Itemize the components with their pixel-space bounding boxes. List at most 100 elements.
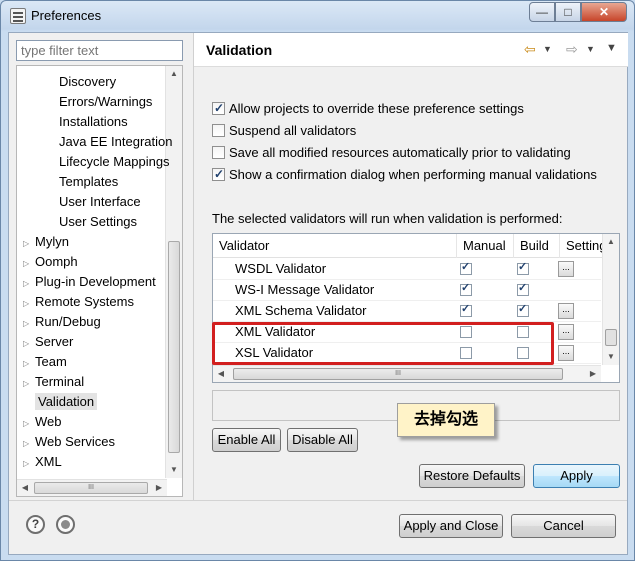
tree-item[interactable]: ▷ Team (23, 352, 67, 372)
expand-arrow-icon[interactable]: ▷ (23, 274, 35, 294)
table-row[interactable]: WS-I Message Validator (213, 280, 601, 301)
preference-option[interactable]: Show a confirmation dialog when performi… (212, 165, 597, 184)
expand-arrow-icon[interactable]: ▷ (23, 434, 35, 454)
tree-item[interactable]: Installations (59, 112, 128, 132)
scroll-left-arrow-icon[interactable]: ◀ (17, 480, 33, 496)
tree-vertical-scrollbar[interactable]: ▲ ▼ (165, 66, 182, 478)
preference-tree: ▲ ▼ ◀ III ▶ Discovery Errors/Warnings Inst… (16, 65, 183, 497)
column-manual[interactable]: Manual (457, 234, 514, 258)
cancel-button[interactable]: Cancel (511, 514, 616, 538)
expand-arrow-icon[interactable]: ▷ (23, 334, 35, 354)
build-checkbox[interactable] (517, 302, 529, 317)
help-icon[interactable]: ? (26, 515, 45, 534)
option-checkbox[interactable] (212, 99, 225, 117)
preference-option[interactable]: Suspend all validators (212, 122, 356, 140)
tree-item[interactable]: ▷ Web (23, 412, 62, 432)
expand-arrow-icon[interactable]: ▷ (23, 454, 35, 474)
validator-settings-button[interactable]: ... (558, 345, 574, 361)
preference-option[interactable]: Allow projects to override these prefere… (212, 99, 524, 118)
forward-arrow-icon[interactable]: ⇨ (566, 41, 578, 58)
close-button[interactable]: ✕ (581, 2, 627, 22)
dropdown-chevron-icon[interactable]: ▼ (586, 44, 595, 54)
option-checkbox[interactable] (212, 165, 225, 183)
expand-arrow-icon[interactable]: ▷ (23, 294, 35, 314)
enable-all-button[interactable]: Enable All (212, 428, 281, 452)
tree-hscroll-thumb[interactable]: III (34, 482, 148, 494)
panel-divider[interactable] (193, 33, 194, 500)
tree-item[interactable]: ▷ Mylyn (23, 232, 69, 252)
disable-all-button[interactable]: Disable All (287, 428, 358, 452)
expand-arrow-icon[interactable]: ▷ (23, 314, 35, 334)
scroll-right-arrow-icon[interactable]: ▶ (585, 366, 601, 382)
option-checkbox[interactable] (212, 146, 225, 159)
table-hscroll-thumb[interactable]: III (233, 368, 563, 380)
apply-and-close-button[interactable]: Apply and Close (399, 514, 503, 538)
column-build[interactable]: Build (514, 234, 560, 258)
table-scroll-thumb[interactable] (605, 329, 617, 346)
scroll-down-arrow-icon[interactable]: ▼ (166, 462, 182, 478)
maximize-button[interactable]: □ (555, 2, 581, 22)
tree-item-label: Lifecycle Mappings (59, 154, 170, 169)
tree-item[interactable]: User Settings (59, 212, 137, 232)
column-validator[interactable]: Validator (213, 234, 457, 258)
tree-item[interactable]: Errors/Warnings (59, 92, 152, 112)
tree-item[interactable]: Discovery (59, 72, 116, 92)
back-arrow-icon[interactable]: ⇦ (524, 41, 536, 58)
scroll-right-arrow-icon[interactable]: ▶ (151, 480, 167, 496)
tree-scroll-thumb[interactable] (168, 241, 180, 453)
tree-horizontal-scrollbar[interactable]: ◀ III ▶ (17, 479, 167, 496)
expand-arrow-icon[interactable]: ▷ (23, 254, 35, 274)
annotation-highlight-box (212, 322, 554, 365)
table-row[interactable]: XML Schema Validator... (213, 301, 601, 322)
scroll-up-arrow-icon[interactable]: ▲ (166, 66, 182, 82)
manual-checkbox[interactable] (460, 260, 472, 275)
footer-separator (9, 500, 627, 501)
tree-item[interactable]: User Interface (59, 192, 141, 212)
view-menu-icon[interactable]: ▼ (606, 42, 617, 54)
tree-item[interactable]: Lifecycle Mappings (59, 152, 170, 172)
table-horizontal-scrollbar[interactable]: ◀ III ▶ (213, 365, 601, 382)
preference-tree-panel: ▲ ▼ ◀ III ▶ Discovery Errors/Warnings Inst… (12, 37, 192, 500)
tree-item[interactable]: ▷ Server (23, 332, 73, 352)
validator-settings-button[interactable]: ... (558, 261, 574, 277)
expand-arrow-icon[interactable]: ▷ (23, 374, 35, 394)
tree-item[interactable]: ▷ Terminal (23, 372, 84, 392)
tree-item[interactable]: Validation (23, 392, 98, 412)
tree-item-label: Validation (35, 393, 98, 410)
restore-defaults-button[interactable]: Restore Defaults (419, 464, 525, 488)
option-label: Allow projects to override these prefere… (229, 101, 524, 116)
build-checkbox[interactable] (517, 260, 529, 275)
validator-name: WSDL Validator (235, 261, 327, 276)
tree-item-label: Remote Systems (35, 294, 134, 309)
expand-arrow-icon[interactable]: ▷ (23, 414, 35, 434)
record-icon[interactable] (56, 515, 75, 534)
dropdown-chevron-icon[interactable]: ▼ (543, 44, 552, 54)
scroll-left-arrow-icon[interactable]: ◀ (213, 366, 229, 382)
tree-item[interactable]: ▷ Oomph (23, 252, 78, 272)
tree-item[interactable]: ▷ Run/Debug (23, 312, 101, 332)
build-checkbox[interactable] (517, 281, 529, 296)
minimize-button[interactable]: — (529, 2, 555, 22)
validator-settings-button[interactable]: ... (558, 324, 574, 340)
expand-arrow-icon[interactable]: ▷ (23, 234, 35, 254)
tree-item[interactable]: ▷ XML (23, 452, 62, 472)
table-vertical-scrollbar[interactable]: ▲ ▼ (602, 234, 619, 365)
tree-item-label: Errors/Warnings (59, 94, 153, 109)
manual-checkbox[interactable] (460, 302, 472, 317)
manual-checkbox[interactable] (460, 281, 472, 296)
filter-input[interactable] (16, 40, 183, 61)
tree-item[interactable]: Java EE Integration (59, 132, 172, 152)
tree-item[interactable]: ▷ Web Services (23, 432, 115, 452)
page-title: Validation (206, 42, 273, 58)
tree-item[interactable]: ▷ Remote Systems (23, 292, 134, 312)
tree-item[interactable]: ▷ Plug-in Development (23, 272, 156, 292)
tree-item[interactable]: Templates (59, 172, 118, 192)
scroll-down-arrow-icon[interactable]: ▼ (603, 349, 619, 365)
table-row[interactable]: WSDL Validator... (213, 259, 601, 280)
validator-settings-button[interactable]: ... (558, 303, 574, 319)
apply-button[interactable]: Apply (533, 464, 620, 488)
preference-option[interactable]: Save all modified resources automaticall… (212, 144, 571, 162)
expand-arrow-icon[interactable]: ▷ (23, 354, 35, 374)
option-checkbox[interactable] (212, 124, 225, 137)
scroll-up-arrow-icon[interactable]: ▲ (603, 234, 619, 250)
